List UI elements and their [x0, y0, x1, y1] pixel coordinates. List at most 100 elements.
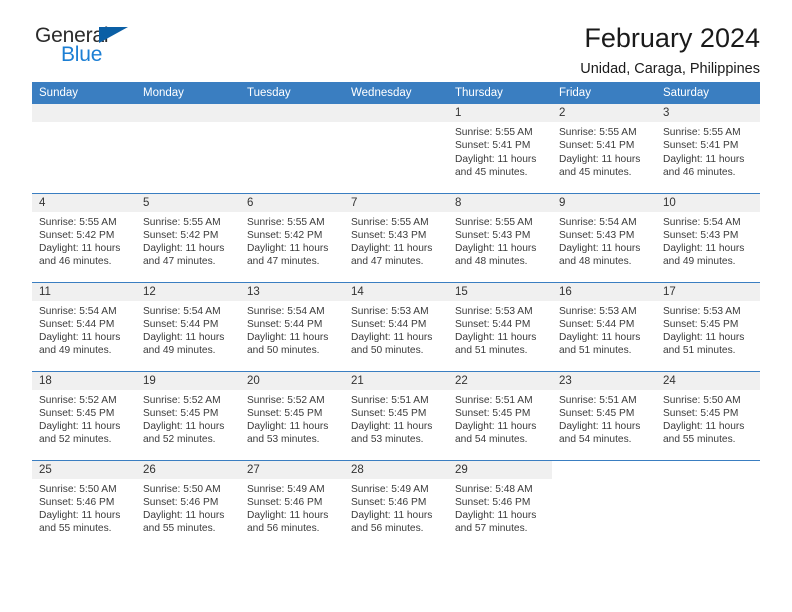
- sunset-time: Sunset: 5:44 PM: [247, 318, 323, 330]
- calendar-day-cell[interactable]: 2 Sunrise: 5:55 AM Sunset: 5:41 PM Daylight…: [552, 104, 656, 193]
- daylight-duration-line-1: Daylight: 11 hours: [663, 153, 745, 165]
- day-details: Sunrise: 5:55 AM Sunset: 5:42 PM Daylight:…: [240, 212, 344, 269]
- daylight-duration-line-1: Daylight: 11 hours: [247, 243, 329, 255]
- sunrise-time: Sunrise: 5:52 AM: [247, 394, 325, 406]
- day-details: Sunrise: 5:54 AM Sunset: 5:44 PM Daylight:…: [136, 301, 240, 358]
- sunrise-time: Sunrise: 5:55 AM: [455, 216, 533, 228]
- sunset-time: Sunset: 5:43 PM: [455, 229, 531, 241]
- sunrise-time: Sunrise: 5:55 AM: [559, 127, 637, 138]
- daylight-duration-line-1: Daylight: 11 hours: [455, 421, 537, 433]
- calendar-day-cell[interactable]: 29 Sunrise: 5:48 AM Sunset: 5:46 PM Dayligh…: [448, 459, 552, 549]
- day-details: Sunrise: 5:55 AM Sunset: 5:41 PM Daylight:…: [552, 122, 656, 179]
- day-details: Sunrise: 5:55 AM Sunset: 5:41 PM Daylight:…: [448, 122, 552, 179]
- sunset-time: Sunset: 5:43 PM: [351, 229, 427, 241]
- calendar-week-row: 11 Sunrise: 5:54 AM Sunset: 5:44 PM Dayligh…: [32, 281, 760, 371]
- calendar-week-row: 4 Sunrise: 5:55 AM Sunset: 5:42 PM Daylight…: [32, 192, 760, 282]
- day-number: 16: [552, 282, 656, 301]
- daylight-duration-line-2: and 56 minutes.: [247, 523, 320, 535]
- daylight-duration-line-2: and 50 minutes.: [247, 345, 320, 357]
- calendar-day-cell[interactable]: 16 Sunrise: 5:53 AM Sunset: 5:44 PM Dayligh…: [552, 281, 656, 371]
- daylight-duration-line-1: Daylight: 11 hours: [351, 332, 433, 344]
- sunrise-time: Sunrise: 5:51 AM: [351, 394, 429, 406]
- sunset-time: Sunset: 5:44 PM: [39, 318, 115, 330]
- sunset-time: Sunset: 5:44 PM: [455, 318, 531, 330]
- calendar-day-cell[interactable]: 28 Sunrise: 5:49 AM Sunset: 5:46 PM Dayligh…: [344, 459, 448, 549]
- day-number: 10: [656, 193, 760, 212]
- calendar-day-cell[interactable]: 8 Sunrise: 5:55 AM Sunset: 5:43 PM Daylight…: [448, 192, 552, 282]
- day-details: Sunrise: 5:53 AM Sunset: 5:44 PM Daylight:…: [448, 301, 552, 358]
- day-details: Sunrise: 5:52 AM Sunset: 5:45 PM Daylight:…: [136, 390, 240, 447]
- calendar-day-cell[interactable]: 13 Sunrise: 5:54 AM Sunset: 5:44 PM Dayligh…: [240, 281, 344, 371]
- calendar-week-row: 25 Sunrise: 5:50 AM Sunset: 5:46 PM Dayligh…: [32, 459, 760, 549]
- weekday-header-monday: Monday: [136, 82, 240, 104]
- day-number: 15: [448, 282, 552, 301]
- weekday-header-sunday: Sunday: [32, 82, 136, 104]
- calendar-day-cell[interactable]: 27 Sunrise: 5:49 AM Sunset: 5:46 PM Dayligh…: [240, 459, 344, 549]
- calendar-page: General Blue February 2024 Unidad, Carag…: [0, 0, 792, 612]
- daylight-duration-line-1: Daylight: 11 hours: [663, 332, 745, 344]
- day-number: 20: [240, 371, 344, 390]
- calendar-day-cell[interactable]: 10 Sunrise: 5:54 AM Sunset: 5:43 PM Dayligh…: [656, 192, 760, 282]
- day-details: Sunrise: 5:55 AM Sunset: 5:41 PM Daylight:…: [656, 122, 760, 179]
- day-number: [552, 461, 656, 479]
- calendar-day-cell[interactable]: 5 Sunrise: 5:55 AM Sunset: 5:42 PM Daylight…: [136, 192, 240, 282]
- sunset-time: Sunset: 5:43 PM: [559, 229, 635, 241]
- calendar-day-cell[interactable]: 20 Sunrise: 5:52 AM Sunset: 5:45 PM Dayligh…: [240, 370, 344, 460]
- daylight-duration-line-1: Daylight: 11 hours: [559, 332, 641, 344]
- calendar-day-cell[interactable]: 6 Sunrise: 5:55 AM Sunset: 5:42 PM Daylight…: [240, 192, 344, 282]
- day-details: Sunrise: 5:55 AM Sunset: 5:42 PM Daylight:…: [136, 212, 240, 269]
- day-number: 14: [344, 282, 448, 301]
- calendar-day-cell[interactable]: 15 Sunrise: 5:53 AM Sunset: 5:44 PM Dayligh…: [448, 281, 552, 371]
- calendar-day-cell[interactable]: 18 Sunrise: 5:52 AM Sunset: 5:45 PM Dayligh…: [32, 370, 136, 460]
- day-number: 23: [552, 371, 656, 390]
- daylight-duration-line-2: and 56 minutes.: [351, 523, 424, 535]
- daylight-duration-line-2: and 47 minutes.: [247, 256, 320, 268]
- daylight-duration-line-1: Daylight: 11 hours: [143, 243, 225, 255]
- calendar-body: 1 Sunrise: 5:55 AM Sunset: 5:41 PM Daylight…: [32, 104, 760, 549]
- sunrise-time: Sunrise: 5:50 AM: [663, 394, 741, 406]
- calendar-day-cell[interactable]: 3 Sunrise: 5:55 AM Sunset: 5:41 PM Daylight…: [656, 104, 760, 193]
- sunrise-time: Sunrise: 5:53 AM: [351, 305, 429, 317]
- calendar-day-cell[interactable]: 14 Sunrise: 5:53 AM Sunset: 5:44 PM Dayligh…: [344, 281, 448, 371]
- calendar-day-cell-empty: [240, 104, 344, 193]
- sunrise-time: Sunrise: 5:50 AM: [143, 483, 221, 495]
- calendar-day-cell[interactable]: 19 Sunrise: 5:52 AM Sunset: 5:45 PM Dayligh…: [136, 370, 240, 460]
- calendar-day-cell[interactable]: 26 Sunrise: 5:50 AM Sunset: 5:46 PM Dayligh…: [136, 459, 240, 549]
- sunset-time: Sunset: 5:44 PM: [143, 318, 219, 330]
- day-number: [32, 104, 136, 122]
- sunrise-time: Sunrise: 5:54 AM: [559, 216, 637, 228]
- sunset-time: Sunset: 5:45 PM: [663, 407, 739, 419]
- calendar-day-cell[interactable]: 7 Sunrise: 5:55 AM Sunset: 5:43 PM Daylight…: [344, 192, 448, 282]
- day-details: Sunrise: 5:51 AM Sunset: 5:45 PM Daylight:…: [552, 390, 656, 447]
- weekday-header-tuesday: Tuesday: [240, 82, 344, 104]
- daylight-duration-line-1: Daylight: 11 hours: [247, 332, 329, 344]
- sunset-time: Sunset: 5:41 PM: [663, 140, 739, 152]
- sunset-time: Sunset: 5:43 PM: [663, 229, 739, 241]
- calendar-day-cell[interactable]: 22 Sunrise: 5:51 AM Sunset: 5:45 PM Dayligh…: [448, 370, 552, 460]
- calendar-day-cell[interactable]: 24 Sunrise: 5:50 AM Sunset: 5:45 PM Dayligh…: [656, 370, 760, 460]
- calendar-day-cell[interactable]: 1 Sunrise: 5:55 AM Sunset: 5:41 PM Daylight…: [448, 104, 552, 193]
- calendar-day-cell-empty: [32, 104, 136, 193]
- sunset-time: Sunset: 5:44 PM: [351, 318, 427, 330]
- day-number: 18: [32, 371, 136, 390]
- day-details: Sunrise: 5:50 AM Sunset: 5:46 PM Daylight:…: [32, 479, 136, 536]
- weekday-header-wednesday: Wednesday: [344, 82, 448, 104]
- sunrise-time: Sunrise: 5:53 AM: [559, 305, 637, 317]
- sunrise-time: Sunrise: 5:55 AM: [247, 216, 325, 228]
- day-number: 25: [32, 460, 136, 479]
- calendar-day-cell[interactable]: 21 Sunrise: 5:51 AM Sunset: 5:45 PM Dayligh…: [344, 370, 448, 460]
- general-blue-logo[interactable]: General Blue: [32, 24, 162, 70]
- calendar-day-cell[interactable]: 25 Sunrise: 5:50 AM Sunset: 5:46 PM Dayligh…: [32, 459, 136, 549]
- calendar-day-cell[interactable]: 4 Sunrise: 5:55 AM Sunset: 5:42 PM Daylight…: [32, 192, 136, 282]
- day-number: [656, 461, 760, 479]
- calendar-day-cell[interactable]: 17 Sunrise: 5:53 AM Sunset: 5:45 PM Dayligh…: [656, 281, 760, 371]
- calendar-day-cell[interactable]: 9 Sunrise: 5:54 AM Sunset: 5:43 PM Daylight…: [552, 192, 656, 282]
- sunrise-time: Sunrise: 5:49 AM: [351, 483, 429, 495]
- day-number: 4: [32, 193, 136, 212]
- calendar-day-cell[interactable]: 11 Sunrise: 5:54 AM Sunset: 5:44 PM Dayligh…: [32, 281, 136, 371]
- calendar-day-cell[interactable]: 12 Sunrise: 5:54 AM Sunset: 5:44 PM Dayligh…: [136, 281, 240, 371]
- calendar-day-cell[interactable]: 23 Sunrise: 5:51 AM Sunset: 5:45 PM Dayligh…: [552, 370, 656, 460]
- day-number: 29: [448, 460, 552, 479]
- day-details: Sunrise: 5:50 AM Sunset: 5:46 PM Daylight:…: [136, 479, 240, 536]
- daylight-duration-line-2: and 55 minutes.: [39, 523, 112, 535]
